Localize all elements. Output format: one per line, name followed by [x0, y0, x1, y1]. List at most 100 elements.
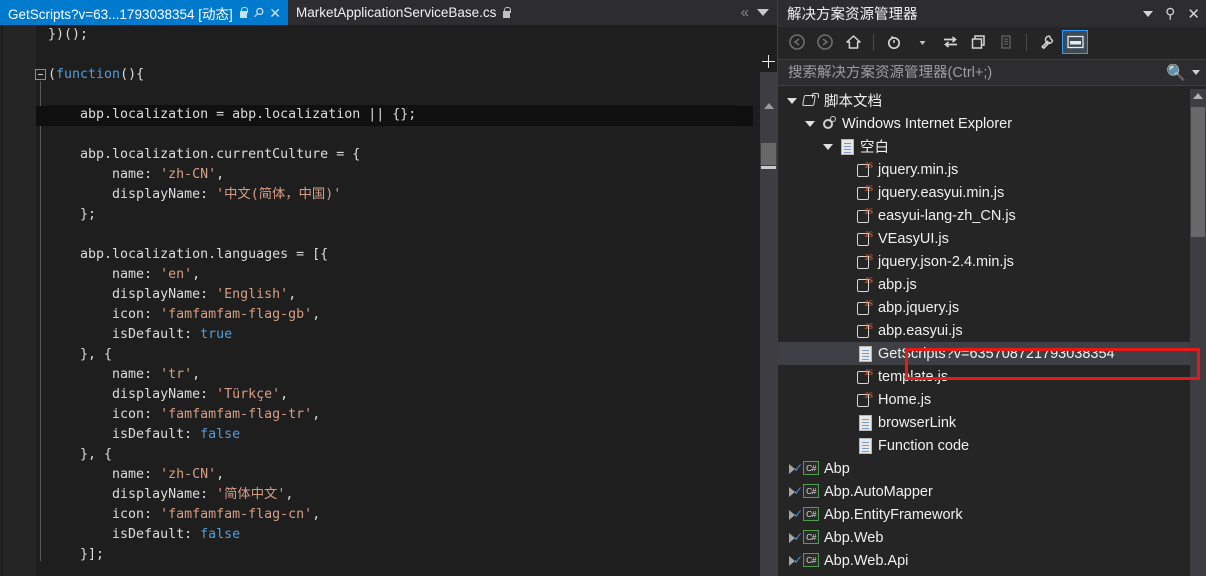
- tree-item[interactable]: JS abp.js: [778, 273, 1206, 296]
- lock-icon: [502, 6, 512, 19]
- toolbar-separator: [1026, 33, 1027, 51]
- code-line: name: 'zh-CN',: [48, 467, 225, 482]
- tree-item-label: 脚本文档: [824, 94, 882, 110]
- pin-icon[interactable]: ⚲: [1165, 5, 1175, 22]
- chevron-down-icon[interactable]: [1192, 70, 1200, 75]
- code-line: abp.localization = abp.localization || {…: [48, 105, 737, 125]
- tree-item-label: jquery.min.js: [878, 161, 959, 178]
- tree-item[interactable]: JS jquery.easyui.min.js: [778, 181, 1206, 204]
- internet-explorer-gear-icon: [821, 115, 837, 132]
- code-line: isDefault: true: [48, 327, 233, 342]
- pending-changes-dropdown-icon[interactable]: [909, 30, 935, 54]
- chevron-down-icon[interactable]: [823, 143, 833, 150]
- tree-item[interactable]: Windows Internet Explorer: [778, 112, 1206, 135]
- tree-item[interactable]: JS easyui-lang-zh_CN.js: [778, 204, 1206, 227]
- tree-item[interactable]: ✓ C# Abp.EntityFramework: [778, 503, 1206, 526]
- editor-pane: GetScripts?v=63...1793038354 [动态] ⚲ ✕ Ma…: [0, 0, 777, 576]
- back-icon[interactable]: [784, 30, 810, 54]
- pin-icon[interactable]: ⚲: [250, 4, 267, 21]
- tree-item[interactable]: 脚本文档: [778, 89, 1206, 112]
- javascript-file-icon: JS: [857, 253, 873, 270]
- tree-item[interactable]: browserLink: [778, 411, 1206, 434]
- tree-item[interactable]: JS Home.js: [778, 388, 1206, 411]
- split-view-button[interactable]: [760, 50, 777, 72]
- javascript-file-icon: JS: [857, 391, 873, 408]
- tree-item-selected[interactable]: GetScripts?v=635708721793038354: [778, 342, 1206, 365]
- tree-item[interactable]: JS template.js: [778, 365, 1206, 388]
- tree-item-label: abp.js: [878, 276, 917, 293]
- close-icon[interactable]: ✕: [1187, 5, 1200, 23]
- editor-vertical-scrollbar[interactable]: [760, 50, 777, 576]
- editor-tabstrip: GetScripts?v=63...1793038354 [动态] ⚲ ✕ Ma…: [0, 0, 777, 25]
- preview-selected-items-icon[interactable]: [1062, 30, 1088, 54]
- code-line: name: 'en',: [48, 267, 201, 282]
- javascript-file-icon: JS: [857, 368, 873, 385]
- code-line: };: [48, 207, 97, 222]
- tree-expander[interactable]: [820, 143, 836, 150]
- tree-item-label: Home.js: [878, 391, 932, 408]
- code-surface[interactable]: })(); (function(){ abp.localization = ab…: [0, 25, 777, 576]
- tree-item-label: abp.easyui.js: [878, 322, 963, 339]
- home-icon[interactable]: [840, 30, 866, 54]
- search-icon[interactable]: 🔍: [1166, 63, 1186, 83]
- chevron-down-icon[interactable]: [805, 120, 815, 127]
- tree-expander[interactable]: [784, 97, 800, 104]
- code-line: displayName: 'Türkçe',: [48, 387, 289, 402]
- code-line: icon: 'famfamfam-flag-gb',: [48, 307, 321, 322]
- show-all-files-icon[interactable]: [993, 30, 1019, 54]
- code-text[interactable]: })(); (function(){ abp.localization = ab…: [48, 25, 737, 576]
- document-icon: [858, 437, 872, 454]
- tree-item[interactable]: ✓ C# Abp.AutoMapper: [778, 480, 1206, 503]
- tab-list-dropdown-icon[interactable]: [757, 9, 769, 16]
- pending-changes-filter-icon[interactable]: [881, 30, 907, 54]
- tree-item[interactable]: JS abp.jquery.js: [778, 296, 1206, 319]
- tree-item-label: 空白: [860, 140, 889, 156]
- tabstrip-controls: «: [741, 0, 777, 25]
- tree-item-label: Function code: [878, 437, 970, 454]
- collapse-region-icon[interactable]: [35, 69, 46, 80]
- properties-wrench-icon[interactable]: [1034, 30, 1060, 54]
- double-chevron-left-icon[interactable]: «: [741, 4, 749, 21]
- solution-explorer-search[interactable]: 🔍: [778, 59, 1206, 86]
- close-icon[interactable]: ✕: [269, 6, 281, 20]
- solution-explorer-toolbar: [778, 27, 1206, 57]
- code-line: displayName: '中文(简体，中国)': [48, 187, 342, 202]
- chevron-down-icon[interactable]: [1143, 10, 1154, 17]
- search-input[interactable]: [788, 64, 1167, 81]
- csharp-project-icon: ✓ C#: [793, 484, 820, 499]
- scrollbar-thumb[interactable]: [761, 143, 776, 165]
- tree-item-label: Windows Internet Explorer: [842, 115, 1013, 132]
- tree-item[interactable]: 空白: [778, 135, 1206, 158]
- tree-item-label: browserLink: [878, 414, 957, 431]
- solution-explorer-scrollbar[interactable]: [1190, 89, 1206, 576]
- editor-gutter: [0, 25, 36, 576]
- chevron-down-icon[interactable]: [787, 97, 797, 104]
- code-line: name: 'zh-CN',: [48, 167, 225, 182]
- javascript-file-icon: JS: [857, 299, 873, 316]
- tree-item[interactable]: JS jquery.json-2.4.min.js: [778, 250, 1206, 273]
- tree-item[interactable]: ✓ C# Abp.Web.Api: [778, 549, 1206, 572]
- code-line: icon: 'famfamfam-flag-tr',: [48, 407, 321, 422]
- solution-explorer-tree[interactable]: 脚本文档 Windows Internet Explorer 空白 JS jquery.…: [778, 89, 1206, 576]
- scroll-up-arrow-icon[interactable]: [764, 103, 774, 109]
- code-line: })();: [48, 27, 89, 42]
- editor-tab-label: MarketApplicationServiceBase.cs: [296, 5, 497, 20]
- tree-expander[interactable]: [802, 120, 818, 127]
- tree-item[interactable]: JS jquery.min.js: [778, 158, 1206, 181]
- sync-with-active-document-icon[interactable]: [937, 30, 963, 54]
- code-line: displayName: 'English',: [48, 287, 297, 302]
- javascript-file-icon: JS: [857, 322, 873, 339]
- tree-item[interactable]: JS VEasyUI.js: [778, 227, 1206, 250]
- tree-item[interactable]: JS abp.easyui.js: [778, 319, 1206, 342]
- scrollbar-thumb[interactable]: [1191, 107, 1205, 237]
- scroll-up-arrow-icon[interactable]: [1193, 93, 1203, 99]
- tree-item[interactable]: Function code: [778, 434, 1206, 457]
- editor-tab-marketapplicationservicebase[interactable]: MarketApplicationServiceBase.cs: [288, 0, 519, 25]
- editor-tab-getscripts[interactable]: GetScripts?v=63...1793038354 [动态] ⚲ ✕: [0, 0, 289, 25]
- tree-item[interactable]: ✓ C# Abp.Web: [778, 526, 1206, 549]
- tree-item[interactable]: ✓ C# Abp: [778, 457, 1206, 480]
- refresh-collapse-all-icon[interactable]: [965, 30, 991, 54]
- forward-icon[interactable]: [812, 30, 838, 54]
